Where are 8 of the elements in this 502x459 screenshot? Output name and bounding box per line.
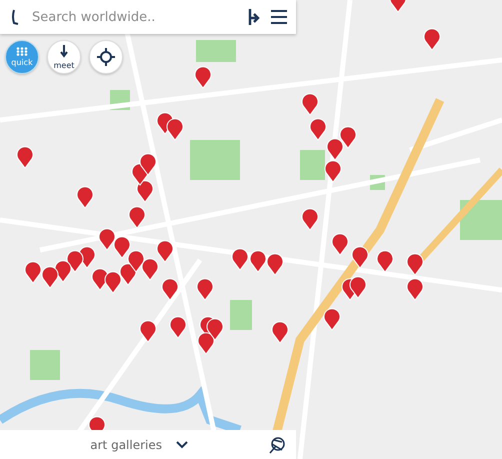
category-dropdown[interactable]: art galleries (90, 438, 188, 452)
chevron-down-icon (176, 440, 188, 448)
grid-icon (16, 47, 28, 56)
route-icon[interactable] (246, 7, 260, 27)
menu-icon[interactable] (270, 9, 288, 25)
search-field[interactable]: Search worldwide.. (0, 0, 296, 34)
back-icon[interactable] (10, 7, 20, 27)
crosshair-icon (97, 48, 115, 66)
